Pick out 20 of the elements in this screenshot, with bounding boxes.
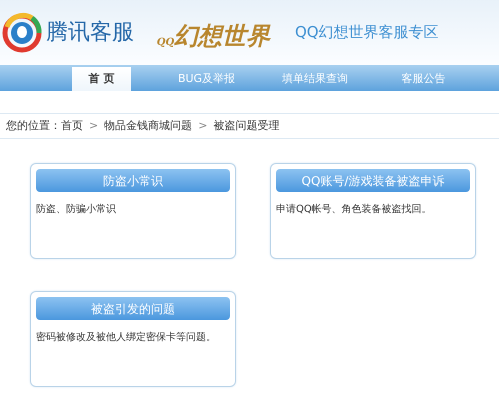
breadcrumb-separator: > bbox=[198, 118, 208, 134]
card-description: 申请QQ帐号、角色装备被盗找回。 bbox=[276, 202, 433, 217]
game-logo: QQ幻想世界 bbox=[156, 20, 272, 52]
breadcrumb-link[interactable]: 被盗问题受理 bbox=[213, 118, 280, 134]
card-description: 防盗、防骗小常识 bbox=[36, 202, 117, 217]
nav-tab[interactable]: 填单结果查询 bbox=[282, 67, 348, 91]
nav-tab[interactable]: BUG及举报 bbox=[177, 67, 236, 91]
card-title-button[interactable]: 被盗引发的问题 bbox=[36, 297, 230, 320]
zone-title: QQ幻想世界客服专区 bbox=[295, 22, 439, 44]
breadcrumb-link[interactable]: 物品金钱商城问题 bbox=[104, 118, 192, 134]
logo-icon bbox=[2, 10, 42, 54]
card-title-button[interactable]: 防盗小常识 bbox=[36, 169, 230, 192]
card-title-button[interactable]: QQ账号/游戏装备被盗申诉 bbox=[276, 169, 470, 192]
brand-name: 腾讯客服 bbox=[46, 19, 134, 47]
breadcrumb-separator: > bbox=[89, 118, 98, 134]
breadcrumb-label: 您的位置： bbox=[6, 118, 61, 134]
card-description: 密码被修改及被他人绑定密保卡等问题。 bbox=[36, 330, 217, 345]
nav-tab[interactable]: 客服公告 bbox=[394, 67, 453, 91]
breadcrumb-link[interactable]: 首页 bbox=[61, 118, 83, 134]
nav-tab[interactable]: 首 页 bbox=[72, 67, 131, 91]
